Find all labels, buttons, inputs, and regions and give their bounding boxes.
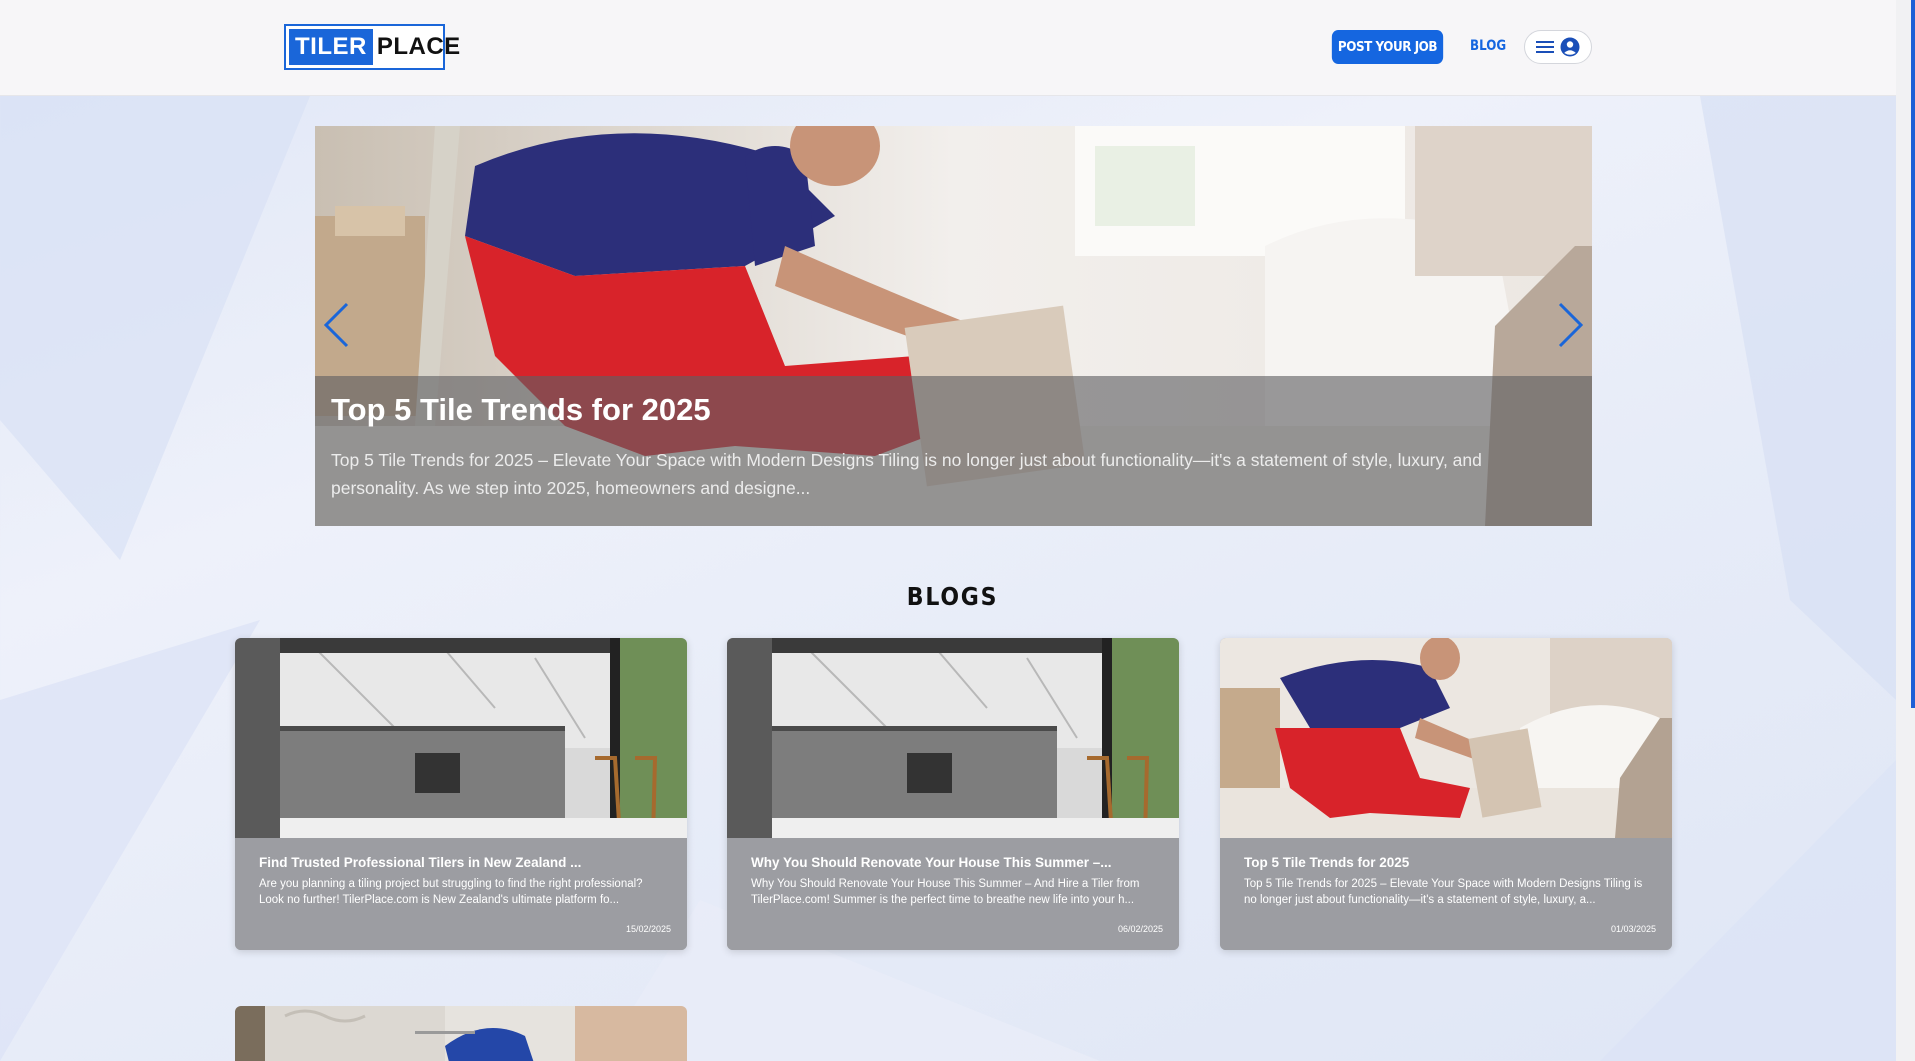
logo-text-tiler: TILER	[289, 29, 373, 65]
blog-card-image	[235, 638, 687, 838]
blogs-section-title: BLOGS	[906, 582, 999, 611]
blog-card-body: Top 5 Tile Trends for 2025 Top 5 Tile Tr…	[1220, 838, 1672, 950]
scrollbar-thumb[interactable]	[1911, 0, 1915, 708]
hero-excerpt: Top 5 Tile Trends for 2025 – Elevate You…	[331, 450, 1482, 498]
blog-card-excerpt: Are you planning a tiling project but st…	[259, 878, 643, 906]
blog-card-date: 01/03/2025	[1610, 924, 1656, 934]
blog-card-title[interactable]: Find Trusted Professional Tilers in New …	[259, 855, 663, 870]
blog-card-body: Why You Should Renovate Your House This …	[727, 838, 1179, 950]
blog-card-body: Find Trusted Professional Tilers in New …	[235, 838, 687, 950]
site-logo[interactable]: TILER PLACE	[284, 24, 460, 70]
blog-card-title[interactable]: Why You Should Renovate Your House This …	[751, 855, 1155, 870]
blog-card-image	[727, 638, 1179, 838]
blog-card-partial[interactable]	[235, 1006, 687, 1061]
chevron-right-icon[interactable]	[1558, 302, 1584, 353]
blog-card-date: 15/02/2025	[625, 924, 671, 934]
hamburger-icon	[1536, 40, 1554, 54]
user-circle-icon	[1560, 37, 1580, 57]
blog-card-date: 06/02/2025	[1117, 924, 1163, 934]
post-your-job-button[interactable]: POST YOUR JOB	[1331, 30, 1444, 64]
site-header: TILER PLACE POST YOUR JOB BLOG	[0, 0, 1896, 96]
blog-card-excerpt: Top 5 Tile Trends for 2025 – Elevate You…	[1244, 878, 1643, 906]
hero-carousel: Top 5 Tile Trends for 2025 Top 5 Tile Tr…	[315, 126, 1592, 526]
blog-card-image	[1220, 638, 1672, 838]
blog-card-image	[235, 1006, 687, 1061]
blog-card[interactable]: Why You Should Renovate Your House This …	[727, 638, 1179, 950]
blog-card[interactable]: Find Trusted Professional Tilers in New …	[235, 638, 687, 950]
logo-text-place: PLACE	[376, 33, 461, 60]
blog-card[interactable]: Top 5 Tile Trends for 2025 Top 5 Tile Tr…	[1220, 638, 1672, 950]
chevron-left-icon[interactable]	[323, 302, 349, 353]
hero-title[interactable]: Top 5 Tile Trends for 2025	[331, 392, 1576, 428]
hero-caption: Top 5 Tile Trends for 2025 Top 5 Tile Tr…	[315, 376, 1592, 526]
account-menu-button[interactable]	[1524, 30, 1592, 64]
blog-card-title[interactable]: Top 5 Tile Trends for 2025	[1244, 855, 1648, 870]
blog-nav-link[interactable]: BLOG	[1470, 38, 1506, 54]
blog-card-excerpt: Why You Should Renovate Your House This …	[751, 878, 1140, 906]
